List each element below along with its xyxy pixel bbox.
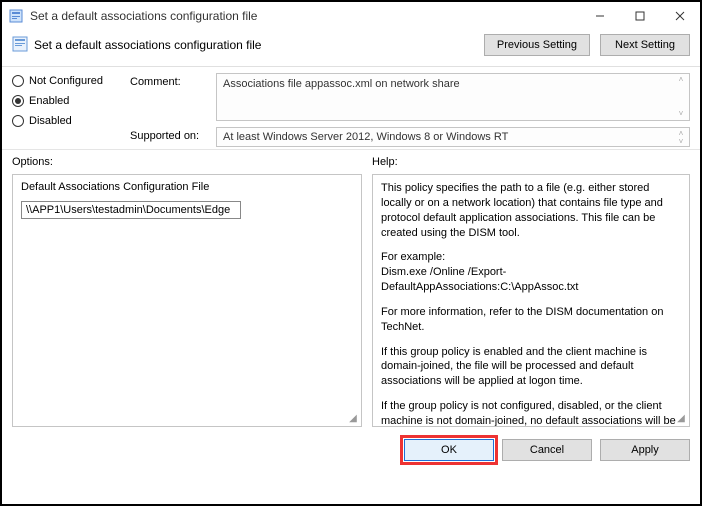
help-paragraph: If the group policy is not configured, d… xyxy=(381,399,681,427)
comment-value: Associations file appassoc.xml on networ… xyxy=(223,78,460,90)
radio-label: Disabled xyxy=(29,115,72,127)
help-paragraph: If this group policy is enabled and the … xyxy=(381,345,681,390)
help-title: Help: xyxy=(372,156,690,168)
setting-title: Set a default associations configuration… xyxy=(34,38,261,52)
setting-icon xyxy=(12,36,28,55)
close-button[interactable] xyxy=(660,2,700,30)
minimize-button[interactable] xyxy=(580,2,620,30)
fields-column: Comment: Associations file appassoc.xml … xyxy=(130,73,690,147)
supported-field: At least Windows Server 2012, Windows 8 … xyxy=(216,127,690,147)
radio-icon xyxy=(12,115,24,127)
comment-textarea[interactable]: Associations file appassoc.xml on networ… xyxy=(216,73,690,121)
config-area: Not Configured Enabled Disabled Comment:… xyxy=(2,67,700,149)
next-setting-button[interactable]: Next Setting xyxy=(600,34,690,56)
titlebar: Set a default associations configuration… xyxy=(2,2,700,30)
maximize-button[interactable] xyxy=(620,2,660,30)
help-paragraph: This policy specifies the path to a file… xyxy=(381,181,681,240)
resize-grip-icon: ◢ xyxy=(674,411,688,425)
option-field-label: Default Associations Configuration File xyxy=(21,181,353,193)
previous-setting-button[interactable]: Previous Setting xyxy=(484,34,590,56)
radio-disabled[interactable]: Disabled xyxy=(12,115,122,127)
cancel-button[interactable]: Cancel xyxy=(502,439,592,461)
apply-button[interactable]: Apply xyxy=(600,439,690,461)
radio-label: Not Configured xyxy=(29,75,103,87)
radio-enabled[interactable]: Enabled xyxy=(12,95,122,107)
radio-icon xyxy=(12,95,24,107)
bottom-bar: OK Cancel Apply xyxy=(2,431,700,471)
help-line: Dism.exe /Online /Export-DefaultAppAssoc… xyxy=(381,266,578,293)
supported-value: At least Windows Server 2012, Windows 8 … xyxy=(223,131,508,143)
help-paragraph: For example: Dism.exe /Online /Export-De… xyxy=(381,250,681,295)
help-pane: Help: This policy specifies the path to … xyxy=(372,156,690,427)
supported-label: Supported on: xyxy=(130,127,210,142)
state-column: Not Configured Enabled Disabled xyxy=(12,73,122,147)
options-pane: Options: Default Associations Configurat… xyxy=(12,156,362,427)
comment-label: Comment: xyxy=(130,73,210,88)
options-title: Options: xyxy=(12,156,362,168)
radio-label: Enabled xyxy=(29,95,69,107)
help-line: For example: xyxy=(381,251,445,263)
header-row: Set a default associations configuration… xyxy=(2,30,700,66)
radio-not-configured[interactable]: Not Configured xyxy=(12,75,122,87)
options-body: Default Associations Configuration File … xyxy=(12,174,362,427)
resize-grip-icon: ◢ xyxy=(346,411,360,425)
lower-panes: Options: Default Associations Configurat… xyxy=(2,149,700,431)
window-title: Set a default associations configuration… xyxy=(30,9,580,23)
help-paragraph: For more information, refer to the DISM … xyxy=(381,305,681,335)
window-controls xyxy=(580,2,700,30)
option-field-input[interactable] xyxy=(21,201,241,219)
app-icon xyxy=(8,8,24,24)
textarea-scroll[interactable]: ˄˅ xyxy=(675,76,687,118)
radio-icon xyxy=(12,75,24,87)
ok-button[interactable]: OK xyxy=(404,439,494,461)
textarea-scroll[interactable]: ˄˅ xyxy=(675,130,687,144)
help-body: This policy specifies the path to a file… xyxy=(372,174,690,427)
